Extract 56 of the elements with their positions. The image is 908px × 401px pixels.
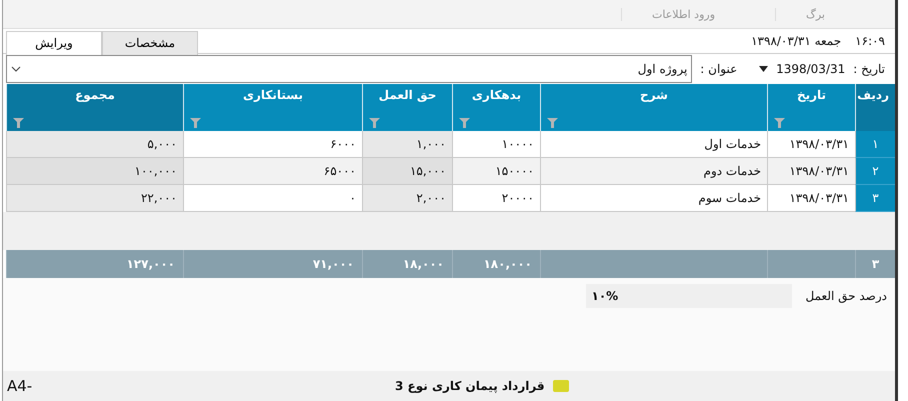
total-cell: ۱۸,۰۰۰ xyxy=(362,250,452,278)
report-title: قرارداد پیمان کاری نوع 3 xyxy=(395,379,545,393)
top-tab[interactable]: ورود اطلاعات xyxy=(621,8,776,20)
table-cell: خدمات سوم xyxy=(540,185,767,212)
tab[interactable]: مشخصات xyxy=(102,30,198,54)
table-cell: خدمات دوم xyxy=(540,158,767,185)
row-number: ۳ xyxy=(855,185,895,212)
table-cell: ۵,۰۰۰ xyxy=(6,131,183,158)
date-label: تاریخ : xyxy=(853,62,885,76)
table-cell: ۱,۰۰۰ xyxy=(362,131,452,158)
date-picker[interactable]: 1398/03/31 xyxy=(745,62,846,76)
caret-icon[interactable] xyxy=(759,66,768,72)
column-header[interactable]: شرح xyxy=(540,84,767,131)
filter-icon[interactable] xyxy=(190,118,201,128)
total-cell: ۷۱,۰۰۰ xyxy=(183,250,362,278)
table-cell: ۱۳۹۸/۰۳/۳۱ xyxy=(767,185,855,212)
table-cell: ۲۲,۰۰۰ xyxy=(6,185,183,212)
filter-icon[interactable] xyxy=(547,118,558,128)
percent-label: درصد حق العمل xyxy=(806,289,887,303)
current-date: جمعه ۱۳۹۸/۰۳/۳۱ xyxy=(751,34,842,48)
table-cell: ۶۵۰۰۰ xyxy=(183,158,362,185)
column-header[interactable]: ردیف xyxy=(855,84,895,131)
percent-field[interactable]: ۱۰% xyxy=(586,284,792,308)
table-cell: ۲۰۰۰۰ xyxy=(452,185,540,212)
filter-icon[interactable] xyxy=(13,118,24,128)
tab[interactable]: ویرایش xyxy=(6,30,102,54)
table-cell: ۲,۰۰۰ xyxy=(362,185,452,212)
chevron-icon[interactable] xyxy=(11,66,21,72)
total-cell: ۱۲۷,۰۰۰ xyxy=(6,250,183,278)
filter-icon[interactable] xyxy=(369,118,380,128)
column-header[interactable]: بدهکاری xyxy=(452,84,540,131)
title-label: عنوان : xyxy=(700,62,738,76)
top-tab[interactable]: برگ xyxy=(775,8,885,20)
filter-icon[interactable] xyxy=(459,118,470,128)
total-cell: ۱۸۰,۰۰۰ xyxy=(452,250,540,278)
column-header[interactable]: مجموع xyxy=(6,84,183,131)
table-cell: ۱۵,۰۰۰ xyxy=(362,158,452,185)
row-number: ۲ xyxy=(855,158,895,185)
table-cell: ۱۳۹۸/۰۳/۳۱ xyxy=(767,158,855,185)
table-cell: ۱۳۹۸/۰۳/۳۱ xyxy=(767,131,855,158)
title-dropdown[interactable]: پروژه اول xyxy=(6,55,692,83)
table-cell: ۰ xyxy=(183,185,362,212)
table-cell: ۱۰۰,۰۰۰ xyxy=(6,158,183,185)
column-header[interactable]: تاریخ xyxy=(767,84,855,131)
report-icon xyxy=(552,380,569,392)
clock-time: ۱۶:۰۹ xyxy=(855,34,885,48)
column-header[interactable]: حق العمل xyxy=(362,84,452,131)
table-cell: ۱۰۰۰۰ xyxy=(452,131,540,158)
page-size: A4- xyxy=(7,377,34,395)
table-cell: ۱۵۰۰۰۰ xyxy=(452,158,540,185)
table-cell: خدمات اول xyxy=(540,131,767,158)
filter-icon[interactable] xyxy=(774,118,785,128)
table-cell: ۶۰۰۰ xyxy=(183,131,362,158)
row-number: ۱ xyxy=(855,131,895,158)
column-header[interactable]: بستانکاری xyxy=(183,84,362,131)
total-cell: ۳ xyxy=(855,250,895,278)
